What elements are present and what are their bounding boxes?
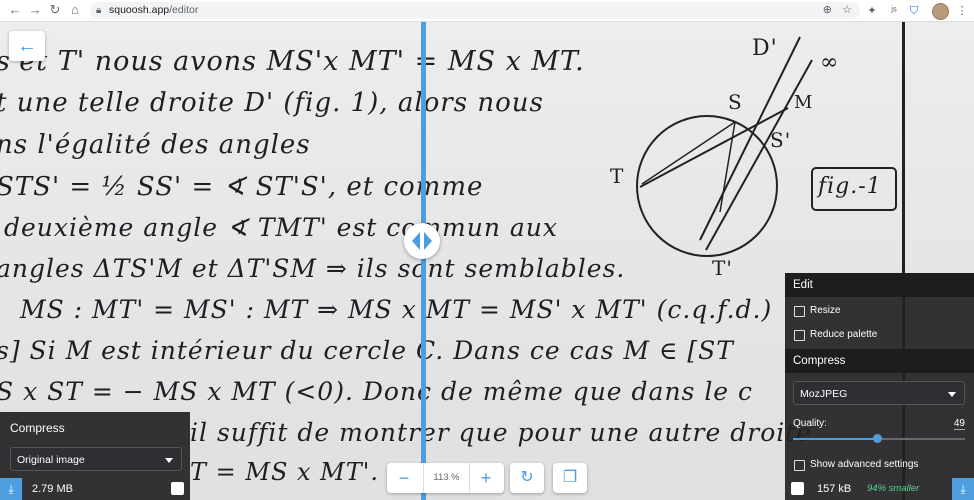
circle-shape <box>636 115 778 257</box>
left-compress-panel: Compress Original image ⤓ 2.79 MB <box>0 412 190 500</box>
line-ss <box>719 121 736 213</box>
resize-label: Resize <box>810 305 841 316</box>
file-size: 2.79 MB <box>32 483 73 495</box>
reload-icon[interactable]: ↻ <box>46 1 64 19</box>
home-icon[interactable]: ⌂ <box>66 1 84 19</box>
left-codec-select[interactable]: Original image <box>10 447 182 471</box>
chevron-down-icon <box>165 458 173 463</box>
select-value: Original image <box>17 454 85 466</box>
save-icon[interactable] <box>791 482 804 495</box>
quality-slider-fill <box>793 438 877 440</box>
quality-label: Quality: <box>793 418 827 429</box>
fig-point: S <box>728 90 743 114</box>
fig-point: T <box>610 164 625 188</box>
download-button[interactable]: ⤓ <box>0 478 22 500</box>
split-divider[interactable] <box>421 22 426 500</box>
fig-point: M <box>794 92 814 113</box>
forward-icon[interactable]: → <box>26 1 44 19</box>
advanced-settings-checkbox[interactable] <box>794 460 805 471</box>
rotate-icon: ↻ <box>520 469 534 486</box>
back-icon[interactable]: ← <box>6 1 24 19</box>
fig-point: T' <box>712 256 733 280</box>
back-button[interactable]: ← <box>9 31 45 61</box>
zoom-icon[interactable]: ⊕ <box>823 2 832 19</box>
zoom-in-button[interactable]: + <box>469 463 503 493</box>
quality-slider-thumb[interactable] <box>873 434 882 443</box>
zoom-control: − 113 % + <box>387 463 504 493</box>
reduce-palette-label: Reduce palette <box>810 329 878 340</box>
line-st <box>641 121 736 185</box>
select-value: MozJPEG <box>800 388 848 400</box>
advanced-settings-label: Show advanced settings <box>810 459 919 470</box>
right-settings-panel: Edit Resize Reduce palette Compress MozJ… <box>785 273 974 500</box>
background-toggle-button[interactable]: ❐ <box>553 463 587 493</box>
browser-toolbar: ← → ↻ ⌂ 🔒︎ squoosh.app/editor ⊕ ☆ ✦ ʲˢ ⛉… <box>0 0 974 22</box>
background-icon: ❐ <box>562 469 578 486</box>
menu-icon[interactable]: ⋮ <box>954 3 970 19</box>
star-icon[interactable]: ☆ <box>842 2 852 19</box>
extension-pin-icon[interactable]: ✦ <box>864 3 880 19</box>
download-button[interactable]: ⤓ <box>952 478 974 500</box>
address-bar[interactable]: 🔒︎ squoosh.app/editor ⊕ ☆ <box>90 2 860 19</box>
save-icon[interactable] <box>171 482 184 495</box>
quality-slider[interactable] <box>793 434 965 443</box>
rotate-button[interactable]: ↻ <box>510 463 544 493</box>
zoom-out-button[interactable]: − <box>387 463 421 493</box>
left-size-bar: ⤓ 2.79 MB <box>0 478 190 500</box>
url-text: squoosh.app/editor <box>109 4 199 16</box>
avatar[interactable] <box>932 3 949 20</box>
savings-text: 94% smaller <box>867 483 920 494</box>
line-d <box>705 59 813 251</box>
fig-label: fig.-1 <box>818 174 882 199</box>
arrow-right-icon <box>424 232 432 250</box>
zoom-value-input[interactable]: 113 % <box>423 463 470 493</box>
extension-shield-icon[interactable]: ⛉ <box>906 3 922 19</box>
resize-checkbox[interactable] <box>794 306 805 317</box>
panel-title: Compress <box>10 421 65 435</box>
edit-header: Edit <box>785 273 974 297</box>
file-size: 157 kB <box>817 483 852 495</box>
fig-point: ∞ <box>820 50 840 75</box>
extension-js-icon[interactable]: ʲˢ <box>886 3 902 19</box>
right-size-bar: 157 kB 94% smaller ⤓ <box>785 478 974 500</box>
quality-value[interactable]: 49 <box>953 418 965 430</box>
arrow-left-icon <box>412 232 420 250</box>
chevron-down-icon <box>948 392 956 397</box>
lock-icon: 🔒︎ <box>96 5 102 16</box>
fig-point: S' <box>770 128 792 152</box>
compress-header: Compress <box>785 349 974 373</box>
codec-select[interactable]: MozJPEG <box>793 381 965 405</box>
fig-point: D' <box>752 36 778 61</box>
reduce-palette-checkbox[interactable] <box>794 330 805 341</box>
split-handle[interactable] <box>404 223 440 259</box>
